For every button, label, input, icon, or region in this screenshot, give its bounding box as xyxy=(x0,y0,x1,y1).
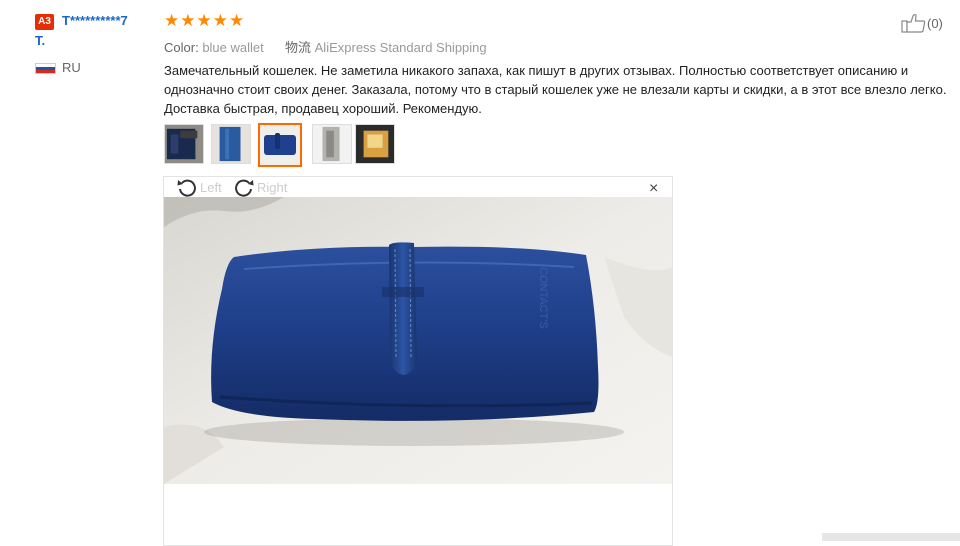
thumbs-up-icon xyxy=(901,14,926,33)
order-meta: Color: blue wallet 物流 AliExpress Standar… xyxy=(164,37,487,56)
rotate-left-icon xyxy=(177,179,196,197)
thumbnail-1[interactable] xyxy=(164,124,204,164)
shipping-label: 物流 xyxy=(285,40,312,55)
rotate-right-icon xyxy=(235,179,254,197)
star-icon: ★ xyxy=(196,11,212,30)
star-icon: ★ xyxy=(212,11,228,30)
review-text: Замечательный кошелек. Не заметила никак… xyxy=(164,63,947,116)
thumbnail-2[interactable] xyxy=(211,124,251,164)
reviewer-name: T**********7 xyxy=(62,13,128,28)
color-value: blue wallet xyxy=(202,40,264,55)
reviewer-badge: A3 xyxy=(35,14,54,30)
rotate-right-label: Right xyxy=(257,179,288,195)
color-label: Color: xyxy=(164,40,199,55)
reviewer-name-suffix: T. xyxy=(35,33,46,48)
thumbnail-5[interactable] xyxy=(355,124,395,164)
shipping-value: AliExpress Standard Shipping xyxy=(314,40,487,55)
star-icon: ★ xyxy=(180,11,196,30)
review-photo: CONTACT'S xyxy=(164,197,672,484)
star-icon: ★ xyxy=(229,11,245,30)
russia-flag-icon xyxy=(35,63,56,74)
rotate-left-button[interactable]: Left xyxy=(176,177,222,197)
page-scrollbar[interactable] xyxy=(822,533,960,541)
reviewer-country: RU xyxy=(62,60,81,75)
thumbnail-4[interactable] xyxy=(312,124,352,164)
close-icon[interactable]: × xyxy=(649,180,658,198)
rotate-right-button[interactable]: Right xyxy=(233,177,287,197)
helpful-button[interactable]: (0) xyxy=(901,13,943,33)
star-icon: ★ xyxy=(164,11,180,30)
rotate-left-label: Left xyxy=(200,179,222,195)
star-rating: ★ ★ ★ ★ ★ xyxy=(164,11,244,31)
svg-text:CONTACT'S: CONTACT'S xyxy=(537,267,549,329)
helpful-count: (0) xyxy=(927,15,943,31)
thumbnail-3[interactable] xyxy=(258,123,302,167)
photo-viewer: Left Right × CONTACT'S xyxy=(163,176,673,546)
